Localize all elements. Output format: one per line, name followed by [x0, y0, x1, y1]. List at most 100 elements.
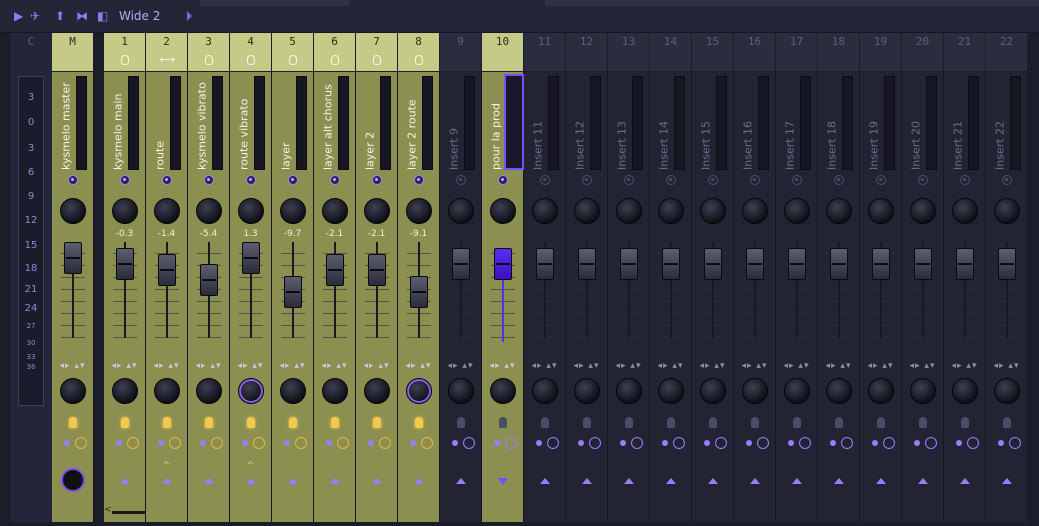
swap-arrows-icon[interactable]: ◂▸ ▴▾	[482, 361, 523, 371]
stereo-knob[interactable]	[447, 378, 474, 404]
route-down-icon[interactable]	[497, 478, 508, 485]
mixer-strip-2[interactable]: route -1.4 ◂▸ ▴▾ ^	[146, 72, 188, 522]
pan-knob[interactable]	[153, 198, 180, 224]
strip-header-20[interactable]: 20	[902, 33, 943, 71]
strip-header-13[interactable]: 13	[608, 33, 649, 71]
route-up-icon[interactable]	[875, 478, 886, 484]
stereo-knob[interactable]	[699, 378, 726, 404]
stereo-knob[interactable]	[867, 378, 894, 404]
pan-knob[interactable]	[363, 198, 390, 224]
clock-icon[interactable]	[589, 437, 601, 449]
fx-toggle[interactable]	[245, 175, 256, 185]
strip-name[interactable]: route vibrato	[233, 82, 255, 170]
clock-icon[interactable]	[925, 437, 937, 449]
mixer-strip-20[interactable]: Insert 20 ◂▸ ▴▾	[902, 72, 944, 522]
stereo-knob[interactable]	[153, 378, 180, 404]
route-up-icon[interactable]	[119, 478, 130, 484]
pan-knob[interactable]	[783, 198, 810, 224]
strip-header-7[interactable]: 7	[356, 33, 397, 71]
fx-toggle[interactable]	[413, 175, 424, 185]
scroll-right-icon[interactable]	[187, 11, 192, 21]
fx-toggle[interactable]	[707, 175, 718, 185]
volume-fader[interactable]	[577, 248, 596, 280]
stereo-knob[interactable]	[195, 378, 222, 404]
route-up-icon[interactable]	[749, 478, 760, 484]
send-dot[interactable]	[64, 440, 70, 446]
stereo-knob[interactable]	[783, 378, 810, 404]
volume-fader[interactable]	[661, 248, 680, 280]
swap-arrows-icon[interactable]: ◂▸ ▴▾	[272, 361, 313, 371]
pan-knob[interactable]	[279, 198, 306, 224]
mixer-strip-3[interactable]: kysmelo vibrato -5.4 ◂▸ ▴▾	[188, 72, 230, 522]
stereo-knob[interactable]	[993, 378, 1020, 404]
mixer-strip-12[interactable]: Insert 12 ◂▸ ▴▾	[566, 72, 608, 522]
clock-icon[interactable]	[337, 437, 349, 449]
strip-name[interactable]: Insert 15	[695, 82, 717, 170]
clock-icon[interactable]	[169, 437, 181, 449]
strip-name[interactable]: Insert 20	[905, 82, 927, 170]
pan-knob[interactable]	[951, 198, 978, 224]
pan-knob[interactable]	[993, 198, 1020, 224]
mixer-strip-17[interactable]: Insert 17 ◂▸ ▴▾	[776, 72, 818, 522]
mixer-strip-19[interactable]: Insert 19 ◂▸ ▴▾	[860, 72, 902, 522]
strip-header-21[interactable]: 21	[944, 33, 985, 71]
mixer-strip-14[interactable]: Insert 14 ◂▸ ▴▾	[650, 72, 692, 522]
route-up-icon[interactable]	[959, 478, 970, 484]
send-dot[interactable]	[200, 440, 206, 446]
scroll-left-icon[interactable]: <	[104, 505, 112, 515]
mixer-strip-22[interactable]: Insert 22 ◂▸ ▴▾	[986, 72, 1028, 522]
clock-icon[interactable]	[1009, 437, 1021, 449]
clock-icon[interactable]	[841, 437, 853, 449]
send-dot[interactable]	[242, 440, 248, 446]
volume-fader[interactable]	[829, 248, 848, 280]
send-dot[interactable]	[368, 440, 374, 446]
stereo-knob[interactable]	[59, 378, 86, 404]
volume-fader[interactable]	[199, 264, 218, 296]
route-up-icon[interactable]	[245, 478, 256, 484]
strip-header-9[interactable]: 9	[440, 33, 481, 71]
clock-icon[interactable]	[421, 437, 433, 449]
strip-name[interactable]: kysmelo main	[107, 82, 129, 170]
swap-arrows-icon[interactable]: ◂▸ ▴▾	[104, 361, 145, 371]
mixer-strip-13[interactable]: Insert 13 ◂▸ ▴▾	[608, 72, 650, 522]
strip-name[interactable]: Insert 19	[863, 82, 885, 170]
mixer-strip-9[interactable]: Insert 9 ◂▸ ▴▾	[440, 72, 482, 522]
stereo-knob[interactable]	[363, 378, 390, 404]
swap-arrows-icon[interactable]: ◂▸ ▴▾	[818, 361, 859, 371]
strip-name[interactable]: route	[149, 82, 171, 170]
send-dot[interactable]	[788, 440, 794, 446]
strip-name[interactable]: Insert 17	[779, 82, 801, 170]
pan-knob[interactable]	[321, 198, 348, 224]
strip-name[interactable]: Insert 16	[737, 82, 759, 170]
fx-toggle[interactable]	[119, 175, 130, 185]
mixer-strip-21[interactable]: Insert 21 ◂▸ ▴▾	[944, 72, 986, 522]
strip-header-14[interactable]: 14	[650, 33, 691, 71]
fx-toggle[interactable]	[791, 175, 802, 185]
fx-toggle[interactable]	[917, 175, 928, 185]
stereo-knob[interactable]	[531, 378, 558, 404]
swap-arrows-icon[interactable]: ◂▸ ▴▾	[734, 361, 775, 371]
send-dot[interactable]	[998, 440, 1004, 446]
volume-fader[interactable]	[325, 254, 344, 286]
swap-arrows-icon[interactable]: ◂▸ ▴▾	[608, 361, 649, 371]
strip-header-12[interactable]: 12	[566, 33, 607, 71]
strip-name[interactable]: pour la prod	[485, 82, 507, 170]
volume-fader[interactable]	[283, 276, 302, 308]
bulb-icon[interactable]	[120, 417, 129, 428]
pan-knob[interactable]	[699, 198, 726, 224]
mixer-strip-16[interactable]: Insert 16 ◂▸ ▴▾	[734, 72, 776, 522]
mixer-strip-18[interactable]: Insert 18 ◂▸ ▴▾	[818, 72, 860, 522]
bulb-icon[interactable]	[414, 417, 423, 428]
route-up-icon[interactable]	[581, 478, 592, 484]
route-up-icon[interactable]	[665, 478, 676, 484]
bulb-icon[interactable]	[918, 417, 927, 428]
route-up-icon[interactable]	[791, 478, 802, 484]
stereo-knob[interactable]	[951, 378, 978, 404]
strip-header-6[interactable]: 6	[314, 33, 355, 71]
fx-toggle[interactable]	[161, 175, 172, 185]
pan-knob[interactable]	[531, 198, 558, 224]
volume-fader[interactable]	[955, 248, 974, 280]
stereo-knob[interactable]	[615, 378, 642, 404]
scrollbar[interactable]	[112, 511, 146, 514]
volume-fader[interactable]	[157, 254, 176, 286]
